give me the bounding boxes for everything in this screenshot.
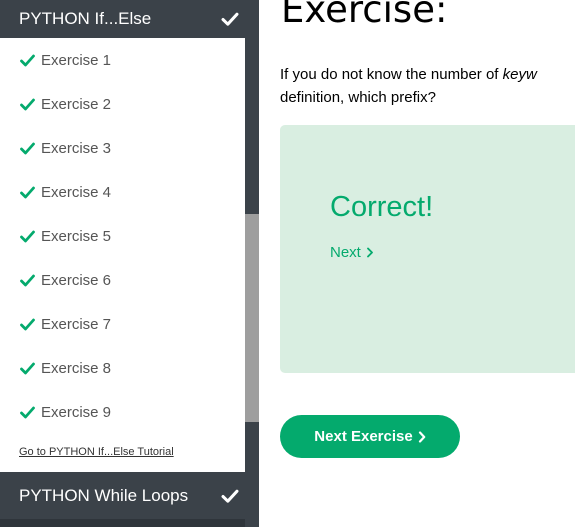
exercise-list: Exercise 1 Exercise 2 Exercise 3 Exercis…: [0, 38, 245, 434]
result-box: Correct! Next: [280, 125, 575, 373]
question-emphasis: keyw: [502, 66, 537, 83]
check-icon: [221, 12, 239, 26]
check-icon: [20, 362, 35, 374]
sidebar-section-python-while-loops[interactable]: PYTHON While Loops: [0, 472, 245, 519]
exercise-item-2[interactable]: Exercise 2: [0, 82, 245, 126]
next-link[interactable]: Next: [330, 244, 374, 261]
exercise-label: Exercise 3: [41, 139, 112, 157]
sidebar-section-label: PYTHON While Loops: [19, 485, 189, 505]
check-icon: [20, 318, 35, 330]
next-link-label: Next: [330, 244, 361, 261]
question-text-line2: definition, which prefix?: [280, 89, 436, 106]
app: PYTHON If...Else Exercise 1 Exercise 2 E…: [0, 0, 575, 527]
question-text: If you do not know the number of: [280, 66, 503, 83]
main-content: Exercise: If you do not know the number …: [259, 0, 575, 527]
exercise-item-6[interactable]: Exercise 6: [0, 258, 245, 302]
check-icon: [20, 98, 35, 110]
check-icon: [20, 186, 35, 198]
result-message: Correct!: [330, 191, 434, 223]
tutorial-link[interactable]: Go to PYTHON If...Else Tutorial: [19, 446, 174, 458]
check-icon: [20, 274, 35, 286]
sidebar-section-label: PYTHON If...Else: [19, 9, 152, 28]
exercise-label: Exercise 5: [41, 227, 112, 245]
exercise-item-3[interactable]: Exercise 3: [0, 126, 245, 170]
exercise-label: Exercise 1: [41, 51, 112, 69]
exercise-item-8[interactable]: Exercise 8: [0, 346, 245, 390]
check-icon: [20, 54, 35, 66]
check-icon: [20, 406, 35, 418]
exercise-label: Exercise 8: [41, 359, 112, 377]
next-exercise-label: Next Exercise: [314, 428, 413, 445]
sidebar-next-section-edge: [0, 519, 245, 527]
check-icon: [221, 489, 239, 503]
check-icon: [20, 230, 35, 242]
exercise-label: Exercise 2: [41, 95, 112, 113]
exercise-item-9[interactable]: Exercise 9: [0, 390, 245, 434]
sidebar-section-python-if-else[interactable]: PYTHON If...Else: [0, 0, 245, 38]
exercise-item-1[interactable]: Exercise 1: [0, 38, 245, 82]
exercise-label: Exercise 6: [41, 271, 112, 289]
check-icon: [20, 142, 35, 154]
exercise-label: Exercise 7: [41, 315, 112, 333]
exercise-item-4[interactable]: Exercise 4: [0, 170, 245, 214]
chevron-right-icon: [366, 247, 373, 258]
next-exercise-button[interactable]: Next Exercise: [280, 415, 460, 458]
page-title: Exercise:: [281, 0, 448, 31]
sidebar: PYTHON If...Else Exercise 1 Exercise 2 E…: [0, 0, 245, 527]
sidebar-scrollbar-thumb[interactable]: [245, 214, 259, 422]
exercise-label: Exercise 9: [41, 403, 112, 421]
exercise-label: Exercise 4: [41, 183, 112, 201]
exercise-item-5[interactable]: Exercise 5: [0, 214, 245, 258]
chevron-right-icon: [418, 430, 426, 443]
exercise-item-7[interactable]: Exercise 7: [0, 302, 245, 346]
exercise-question: If you do not know the number of keyw de…: [280, 63, 537, 109]
